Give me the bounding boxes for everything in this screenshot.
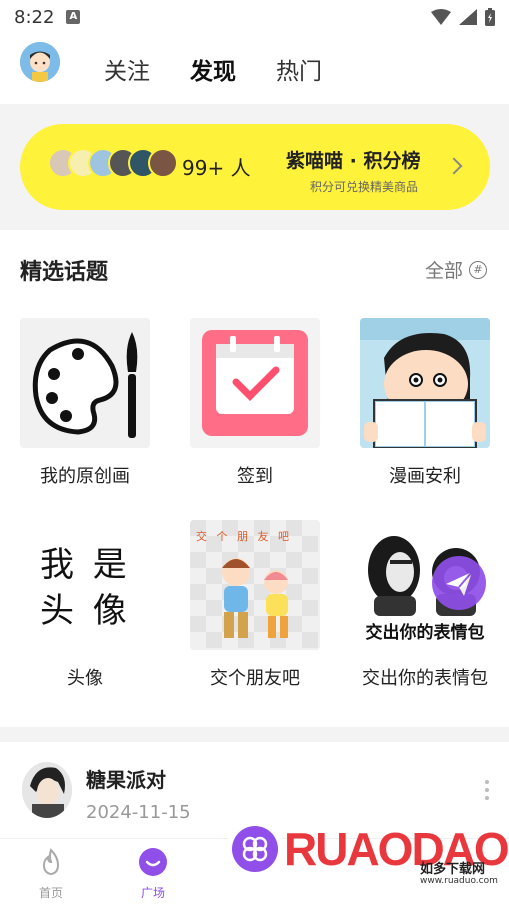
topic-item[interactable]: 漫画安利: [360, 318, 490, 488]
featured-topics: 精选话题 全部 # 我的原创画 签到 漫画安利 我 是 头 像 头像 交 个 朋…: [0, 230, 509, 727]
tab-discover[interactable]: 发现: [190, 52, 236, 86]
topic-label: 头像: [67, 668, 103, 689]
tile-text: 交 个 朋 友 吧: [196, 530, 292, 543]
see-all-link[interactable]: 全部 #: [425, 256, 487, 283]
post-avatar[interactable]: [22, 762, 72, 818]
ranking-title: 紫喵喵 · 积分榜: [286, 150, 421, 172]
post-author: 糖果派对: [86, 768, 166, 792]
nav-label: 首页: [38, 886, 63, 900]
topic-item[interactable]: 我 是 头 像 头像: [20, 520, 150, 690]
signal-icon: [459, 9, 477, 25]
watermark-cn: 如多下载网: [420, 862, 486, 877]
section-title: 精选话题: [20, 260, 109, 285]
avatar-illustration: [20, 42, 60, 82]
notification-icon: A: [66, 10, 81, 24]
palette-icon: [20, 318, 150, 448]
avatar-text-tile: 我 是 头 像: [20, 520, 150, 650]
nav-home[interactable]: 首页: [16, 847, 86, 901]
topic-item[interactable]: 签到: [190, 318, 320, 488]
member-count: 99+ 人: [182, 156, 251, 180]
topic-item[interactable]: 交 个 朋 友 吧 交个朋友吧: [190, 520, 320, 690]
topic-label: 交个朋友吧: [210, 668, 300, 689]
status-time: 8:22: [14, 6, 55, 28]
nav-label: 广场: [140, 886, 165, 900]
ranking-subtitle: 积分可兑换精美商品: [310, 180, 419, 194]
watermark-logo: RUAODAO 如多下载网 www.ruaduo.com: [284, 818, 509, 906]
status-icons: [431, 8, 495, 26]
flame-icon: [42, 848, 60, 876]
clover-icon: [242, 836, 268, 862]
member-avatars: [48, 148, 178, 178]
topic-label: 签到: [237, 466, 273, 487]
watermark-url: www.ruaduo.com: [420, 876, 498, 886]
friends-illustration: 交 个 朋 友 吧: [190, 520, 320, 650]
hashtag-icon: #: [469, 260, 487, 279]
member-avatar: [148, 148, 178, 178]
tile-text: 我 是 头 像: [40, 545, 131, 631]
wifi-icon: [431, 9, 451, 25]
tab-follow[interactable]: 关注: [104, 52, 150, 86]
center-action-button[interactable]: [232, 826, 278, 872]
avatar-illustration: [22, 762, 72, 818]
topic-label: 我的原创画: [40, 466, 130, 487]
manga-illustration: [360, 318, 490, 448]
ranking-banner[interactable]: 99+ 人 紫喵喵 · 积分榜 积分可兑换精美商品: [20, 124, 490, 210]
tile-text: 交出你的表情包: [365, 623, 485, 643]
post-date: 2024-11-15: [86, 802, 191, 823]
status-bar: 8:22 A: [0, 0, 509, 34]
send-fab[interactable]: [432, 556, 486, 610]
battery-icon: [485, 8, 495, 26]
top-nav: 关注 发现 热门: [0, 34, 509, 104]
topic-item[interactable]: 我的原创画: [20, 318, 150, 488]
more-options-icon[interactable]: [485, 780, 489, 800]
nav-square[interactable]: 广场: [118, 847, 188, 901]
tab-hot[interactable]: 热门: [276, 52, 322, 86]
user-avatar[interactable]: [20, 42, 60, 82]
calendar-check-icon: [190, 318, 320, 448]
top-tabs: 关注 发现 热门: [104, 52, 322, 86]
smile-icon: [139, 848, 167, 876]
banner-section: 99+ 人 紫喵喵 · 积分榜 积分可兑换精美商品: [0, 104, 509, 230]
chevron-right-icon: [445, 157, 463, 175]
paper-plane-icon: [446, 571, 473, 596]
topic-label: 漫画安利: [389, 466, 461, 487]
see-all-label: 全部: [424, 260, 463, 282]
topic-label: 交出你的表情包: [362, 668, 488, 689]
